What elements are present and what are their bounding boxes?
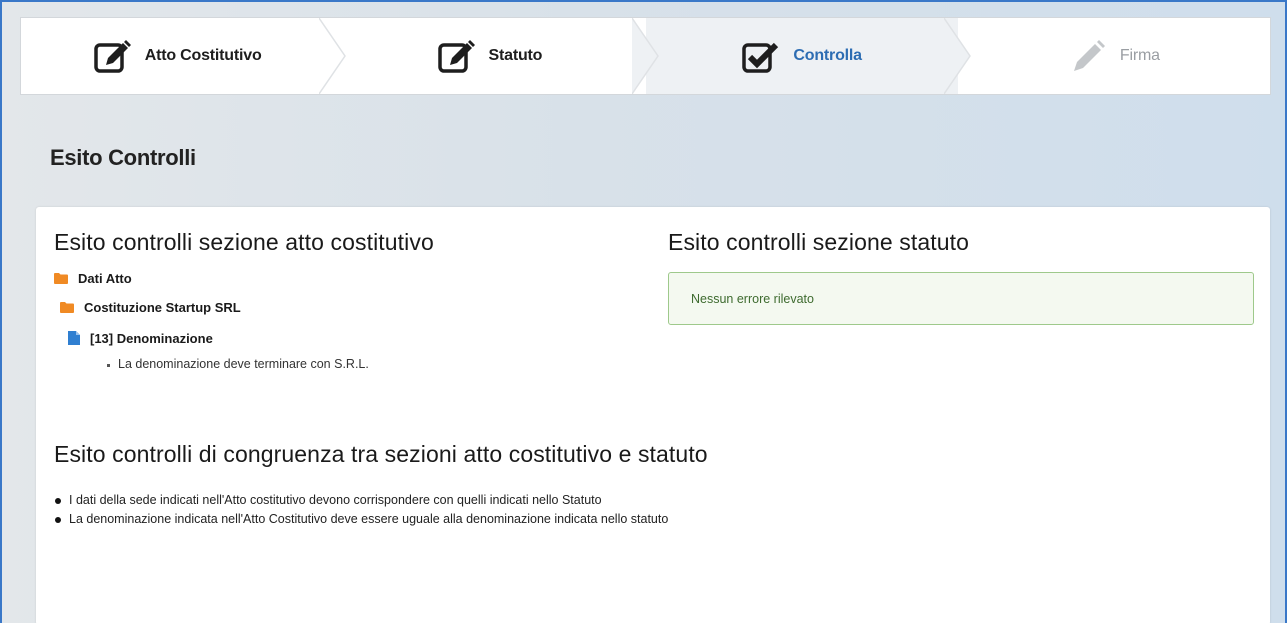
step-separator (943, 18, 971, 94)
pencil-icon (1073, 40, 1105, 71)
tree-node-label: Dati Atto (78, 270, 132, 286)
step-label: Controlla (793, 47, 862, 64)
congruenza-list: I dati della sede indicati nell'Atto cos… (54, 491, 1244, 529)
folder-icon (54, 272, 68, 284)
congruenza-heading: Esito controlli di congruenza tra sezion… (54, 441, 708, 467)
folder-icon (60, 301, 74, 313)
tree-node-label: Costituzione Startup SRL (84, 299, 241, 315)
error-item: La denominazione deve terminare con S.R.… (107, 357, 644, 371)
step-separator (319, 18, 347, 94)
edit-icon (93, 40, 131, 73)
step-controlla[interactable]: Controlla (645, 18, 971, 94)
statuto-section: Esito controlli sezione statuto Nessun e… (668, 229, 1254, 325)
error-tree: Dati Atto Costituzione Startup SRL [13] … (54, 270, 644, 371)
app-frame: Atto Costitutivo Statuto Controlla Firma… (0, 0, 1287, 623)
results-panel: Esito controlli sezione atto costitutivo… (36, 207, 1270, 623)
success-alert: Nessun errore rilevato (668, 272, 1254, 325)
congruenza-section: Esito controlli di congruenza tra sezion… (54, 441, 1244, 529)
success-message: Nessun errore rilevato (691, 291, 814, 306)
error-list: La denominazione deve terminare con S.R.… (54, 357, 644, 371)
step-label: Firma (1119, 47, 1160, 64)
statuto-heading: Esito controlli sezione statuto (668, 229, 969, 255)
step-separator (631, 18, 659, 94)
tree-node-dati-atto[interactable]: Dati Atto (54, 270, 644, 286)
tree-node-costituzione[interactable]: Costituzione Startup SRL (54, 299, 644, 315)
tree-node-label: [13] Denominazione (90, 330, 213, 346)
tree-node-denominazione[interactable]: [13] Denominazione (54, 330, 644, 346)
wizard-stepper: Atto Costitutivo Statuto Controlla Firma (20, 17, 1271, 95)
atto-heading: Esito controlli sezione atto costitutivo (54, 229, 434, 255)
edit-icon (437, 40, 475, 73)
congruenza-item: La denominazione indicata nell'Atto Cost… (54, 510, 1244, 529)
atto-section: Esito controlli sezione atto costitutivo… (54, 229, 644, 371)
step-atto-costitutivo[interactable]: Atto Costitutivo (21, 18, 347, 94)
step-firma: Firma (958, 18, 1270, 94)
step-label: Statuto (488, 47, 543, 64)
file-icon (68, 331, 80, 345)
step-statuto[interactable]: Statuto (333, 18, 659, 94)
page-title: Esito Controlli (50, 145, 196, 170)
step-label: Atto Costitutivo (144, 47, 262, 64)
congruenza-item: I dati della sede indicati nell'Atto cos… (54, 491, 1244, 510)
checkbox-icon (742, 42, 779, 73)
